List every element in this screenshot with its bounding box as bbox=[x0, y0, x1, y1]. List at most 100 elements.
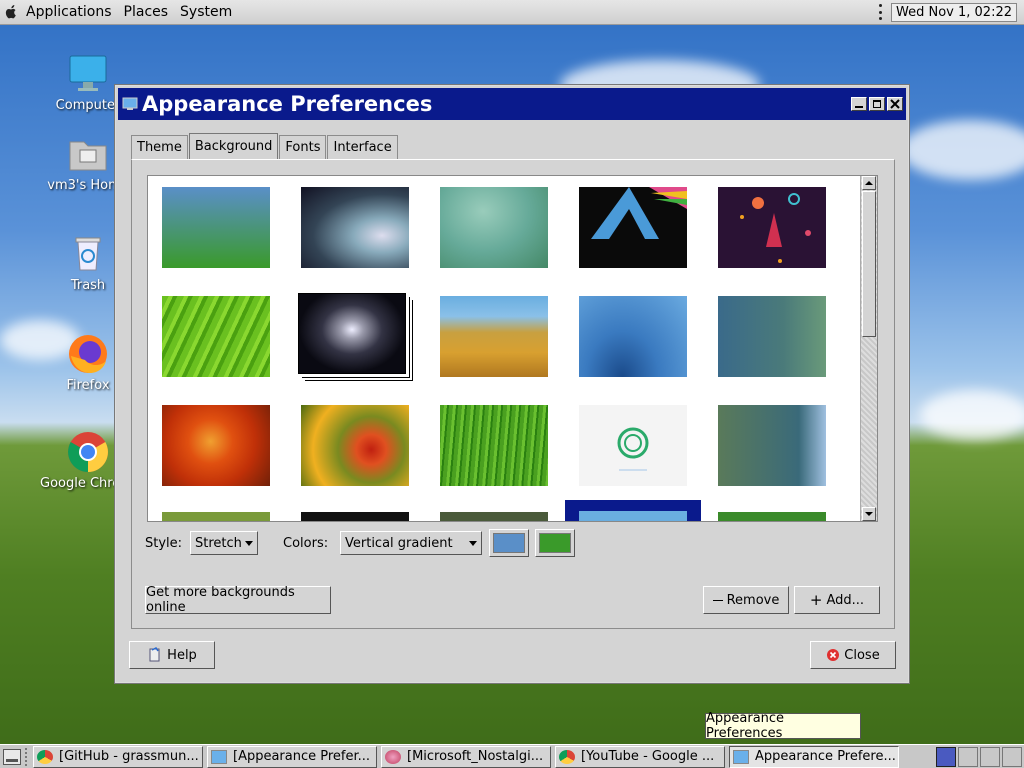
workspace-1[interactable] bbox=[936, 746, 956, 767]
wallpaper-thumbnail[interactable] bbox=[718, 512, 826, 521]
get-more-backgrounds-button[interactable]: Get more backgrounds online bbox=[145, 585, 331, 615]
help-icon bbox=[149, 647, 160, 662]
wallpaper-thumbnail[interactable] bbox=[579, 187, 687, 268]
wallpaper-thumbnail[interactable] bbox=[440, 187, 548, 268]
colors-label: Colors: bbox=[283, 536, 329, 551]
space-art-image bbox=[740, 193, 811, 263]
menu-system[interactable]: System bbox=[174, 0, 238, 25]
task-label: [YouTube - Google ... bbox=[581, 749, 715, 764]
colors-dropdown[interactable]: Vertical gradient bbox=[340, 531, 482, 555]
wallpaper-thumbnail[interactable] bbox=[718, 187, 826, 268]
panel-handle-icon bbox=[877, 4, 883, 20]
taskbar-task[interactable]: [Appearance Prefer... bbox=[207, 745, 377, 768]
taskbar: [GitHub - grassmun... [Appearance Prefer… bbox=[0, 744, 1024, 768]
scroll-down-button[interactable] bbox=[862, 507, 876, 521]
secondary-color-button[interactable] bbox=[535, 529, 575, 557]
scrollbar-thumb[interactable] bbox=[862, 191, 876, 337]
style-label: Style: bbox=[145, 536, 183, 551]
wallpaper-thumbnail[interactable] bbox=[301, 512, 409, 521]
wallpaper-thumbnail[interactable] bbox=[718, 296, 826, 377]
apple-logo-icon[interactable] bbox=[4, 5, 18, 19]
help-button[interactable]: Help bbox=[129, 641, 215, 669]
wallpaper-grid[interactable] bbox=[147, 175, 878, 522]
firefox-icon bbox=[66, 332, 110, 376]
window-titlebar[interactable]: Appearance Preferences bbox=[118, 88, 906, 120]
close-button[interactable]: Close bbox=[810, 641, 896, 669]
wallpaper-thumbnail[interactable] bbox=[301, 187, 409, 268]
chrome-icon bbox=[37, 749, 53, 764]
wallpaper-thumbnail[interactable] bbox=[440, 512, 548, 521]
minimize-button[interactable] bbox=[851, 97, 867, 111]
menu-places[interactable]: Places bbox=[118, 0, 175, 25]
window-title: Appearance Preferences bbox=[142, 92, 433, 116]
minus-icon bbox=[712, 599, 723, 601]
tab-background[interactable]: Background bbox=[188, 133, 279, 159]
workspace-4[interactable] bbox=[1002, 746, 1022, 767]
get-more-label: Get more backgrounds online bbox=[146, 585, 295, 615]
task-label: [Microsoft_Nostalgi... bbox=[407, 749, 544, 764]
wallpaper-thumbnail[interactable] bbox=[298, 293, 406, 374]
home-folder-icon bbox=[66, 132, 110, 176]
appearance-icon bbox=[122, 97, 138, 110]
tab-fonts[interactable]: Fonts bbox=[279, 135, 327, 159]
colors-value: Vertical gradient bbox=[345, 535, 453, 551]
primary-color-button[interactable] bbox=[489, 529, 529, 557]
wallpaper-thumbnail[interactable] bbox=[579, 405, 687, 486]
wallpaper-thumbnail[interactable] bbox=[162, 512, 270, 521]
scroll-up-button[interactable] bbox=[862, 176, 876, 190]
tab-theme[interactable]: Theme bbox=[131, 135, 188, 159]
plus-icon: + bbox=[809, 590, 823, 609]
app-icon bbox=[385, 749, 401, 764]
tooltip: Appearance Preferences bbox=[705, 711, 861, 741]
chrome-icon bbox=[559, 749, 575, 764]
wallpaper-thumbnail[interactable] bbox=[579, 296, 687, 377]
wallpaper-scrollbar[interactable] bbox=[860, 176, 877, 521]
add-label: Add... bbox=[826, 592, 865, 608]
help-label: Help bbox=[167, 647, 197, 663]
task-label: Appearance Prefere... bbox=[755, 749, 896, 764]
arrow-down-icon bbox=[865, 512, 873, 516]
close-label: Close bbox=[844, 647, 880, 663]
taskbar-task-active[interactable]: Appearance Prefere... bbox=[729, 745, 899, 768]
computer-icon bbox=[66, 52, 110, 96]
maximize-button[interactable] bbox=[869, 97, 885, 111]
wallpaper-thumbnail[interactable] bbox=[162, 405, 270, 486]
remove-button[interactable]: Remove bbox=[703, 586, 789, 614]
galaxy-image bbox=[299, 294, 405, 373]
wallpaper-thumbnail[interactable] bbox=[162, 187, 270, 268]
taskbar-handle-icon bbox=[25, 747, 29, 766]
workspace-switcher[interactable] bbox=[934, 746, 1022, 767]
trash-icon bbox=[66, 232, 110, 276]
arrow-up-icon bbox=[865, 181, 873, 185]
taskbar-task[interactable]: [YouTube - Google ... bbox=[555, 745, 725, 768]
tab-bar: Theme Background Fonts Interface bbox=[131, 133, 399, 159]
style-value: Stretch bbox=[195, 535, 242, 551]
clock[interactable]: Wed Nov 1, 02:22 bbox=[891, 2, 1017, 22]
top-panel: Applications Places System Wed Nov 1, 02… bbox=[0, 0, 1024, 25]
taskbar-task[interactable]: [GitHub - grassmun... bbox=[33, 745, 203, 768]
wallpaper-thumbnail[interactable] bbox=[440, 296, 548, 377]
style-dropdown[interactable]: Stretch bbox=[190, 531, 258, 555]
taskbar-task[interactable]: [Microsoft_Nostalgi... bbox=[381, 745, 551, 768]
logo-swirl-image bbox=[617, 427, 649, 471]
workspace-3[interactable] bbox=[980, 746, 1000, 767]
close-window-button[interactable] bbox=[887, 97, 903, 111]
wallpaper-thumbnail[interactable] bbox=[718, 405, 826, 486]
prism-image bbox=[591, 187, 687, 239]
chevron-down-icon bbox=[245, 540, 253, 546]
minimize-icon bbox=[855, 106, 863, 108]
appearance-icon bbox=[733, 749, 749, 764]
secondary-color-swatch bbox=[539, 533, 571, 553]
wallpaper-thumbnail[interactable] bbox=[301, 405, 409, 486]
appearance-icon bbox=[211, 749, 227, 764]
workspace-2[interactable] bbox=[958, 746, 978, 767]
show-desktop-icon[interactable] bbox=[3, 748, 21, 765]
appearance-preferences-window: Appearance Preferences Theme Background … bbox=[114, 84, 910, 684]
add-button[interactable]: + Add... bbox=[794, 586, 880, 614]
wallpaper-thumbnail[interactable] bbox=[162, 296, 270, 377]
tab-interface[interactable]: Interface bbox=[327, 135, 398, 159]
menu-applications[interactable]: Applications bbox=[20, 0, 118, 25]
wallpaper-thumbnail[interactable] bbox=[440, 405, 548, 486]
wallpaper-thumbnail-selected[interactable] bbox=[565, 500, 701, 521]
close-circle-icon bbox=[827, 649, 840, 661]
